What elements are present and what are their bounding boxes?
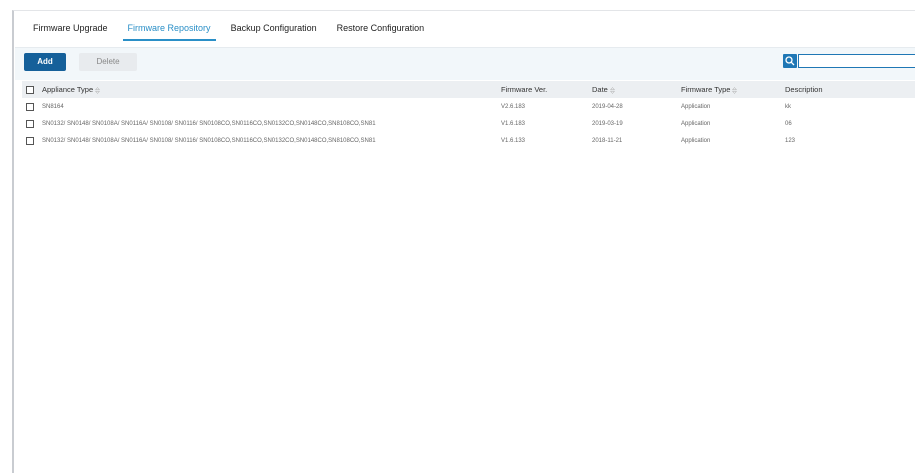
cell-description: kk <box>785 103 791 110</box>
cell-description: 06 <box>785 120 792 127</box>
table-row[interactable]: SN0132/ SN0148/ SN0108A/ SN0116A/ SN0108… <box>22 115 915 132</box>
tab-bar: Firmware Upgrade Firmware Repository Bac… <box>24 11 915 41</box>
search-icon[interactable] <box>783 54 797 68</box>
cell-firmware-ver: V2.6.183 <box>501 103 526 110</box>
row-checkbox[interactable] <box>26 119 34 128</box>
cell-date: 2019-03-19 <box>592 120 623 127</box>
sort-icon[interactable] <box>609 86 615 94</box>
sort-icon[interactable] <box>732 86 738 94</box>
cell-firmware-type: Application <box>681 137 711 144</box>
column-date[interactable]: Date <box>588 81 677 98</box>
column-appliance-type[interactable]: Appliance Type <box>38 81 497 98</box>
table-header-row: Appliance Type Firmware Ver. Date Firmwa… <box>22 81 915 98</box>
cell-date: 2019-04-28 <box>592 103 623 110</box>
tab-firmware-upgrade[interactable]: Firmware Upgrade <box>24 23 117 41</box>
row-checkbox[interactable] <box>26 102 34 111</box>
cell-firmware-type: Application <box>681 103 711 110</box>
add-button[interactable]: Add <box>24 53 66 71</box>
delete-button[interactable]: Delete <box>79 53 137 71</box>
column-firmware-type[interactable]: Firmware Type <box>677 81 781 98</box>
cell-description: 123 <box>785 137 796 144</box>
cell-firmware-ver: V1.6.183 <box>501 120 526 127</box>
tab-restore-configuration[interactable]: Restore Configuration <box>328 23 434 41</box>
cell-appliance-type: SN8164 <box>42 103 64 110</box>
search-input[interactable] <box>798 54 915 68</box>
toolbar: Add Delete <box>15 47 915 80</box>
column-firmware-ver: Firmware Ver. <box>497 81 588 98</box>
select-all-cell <box>22 81 38 98</box>
cell-firmware-type: Application <box>681 120 711 127</box>
cell-appliance-type: SN0132/ SN0148/ SN0108A/ SN0116A/ SN0108… <box>42 137 376 144</box>
cell-appliance-type: SN0132/ SN0148/ SN0108A/ SN0116A/ SN0108… <box>42 120 376 127</box>
firmware-table: Appliance Type Firmware Ver. Date Firmwa… <box>22 81 915 149</box>
tab-backup-configuration[interactable]: Backup Configuration <box>222 23 326 41</box>
table-row[interactable]: SN0132/ SN0148/ SN0108A/ SN0116A/ SN0108… <box>22 132 915 149</box>
select-all-checkbox[interactable] <box>26 86 34 94</box>
cell-firmware-ver: V1.6.133 <box>501 137 526 144</box>
sort-icon[interactable] <box>95 86 101 94</box>
table-row[interactable]: SN8164 V2.6.183 2019-04-28 Application k… <box>22 98 915 115</box>
column-description: Description <box>781 81 915 98</box>
row-checkbox[interactable] <box>26 136 34 145</box>
firmware-panel: Firmware Upgrade Firmware Repository Bac… <box>12 10 915 473</box>
tab-firmware-repository[interactable]: Firmware Repository <box>119 23 220 41</box>
cell-date: 2018-11-21 <box>592 137 623 144</box>
